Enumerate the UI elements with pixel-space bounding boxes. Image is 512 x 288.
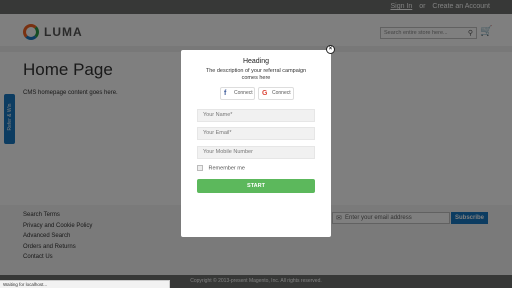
email-placeholder: Your Email* bbox=[203, 130, 232, 136]
google-connect-button[interactable]: G Connect bbox=[258, 87, 294, 100]
mobile-field[interactable]: Your Mobile Number bbox=[197, 146, 315, 159]
email-field[interactable]: Your Email* bbox=[197, 127, 315, 140]
modal-heading: Heading bbox=[242, 58, 270, 65]
facebook-icon: f bbox=[224, 90, 227, 97]
mobile-placeholder: Your Mobile Number bbox=[203, 149, 253, 155]
facebook-connect-button[interactable]: f Connect bbox=[220, 87, 255, 100]
name-field[interactable]: Your Name* bbox=[197, 109, 315, 122]
google-connect-label: Connect bbox=[272, 90, 291, 96]
browser-status-bar: Waiting for localhost... bbox=[0, 280, 170, 288]
modal-description: The description of your referral campaig… bbox=[205, 68, 307, 81]
close-icon[interactable]: × bbox=[326, 45, 335, 54]
google-icon: G bbox=[262, 90, 268, 97]
facebook-connect-label: Connect bbox=[234, 90, 253, 96]
start-button[interactable]: START bbox=[197, 179, 315, 193]
referral-modal: × Heading The description of your referr… bbox=[181, 45, 335, 237]
remember-checkbox[interactable] bbox=[197, 165, 203, 171]
remember-me: Remember me bbox=[197, 165, 245, 171]
remember-label: Remember me bbox=[208, 165, 245, 172]
name-placeholder: Your Name* bbox=[203, 112, 233, 118]
